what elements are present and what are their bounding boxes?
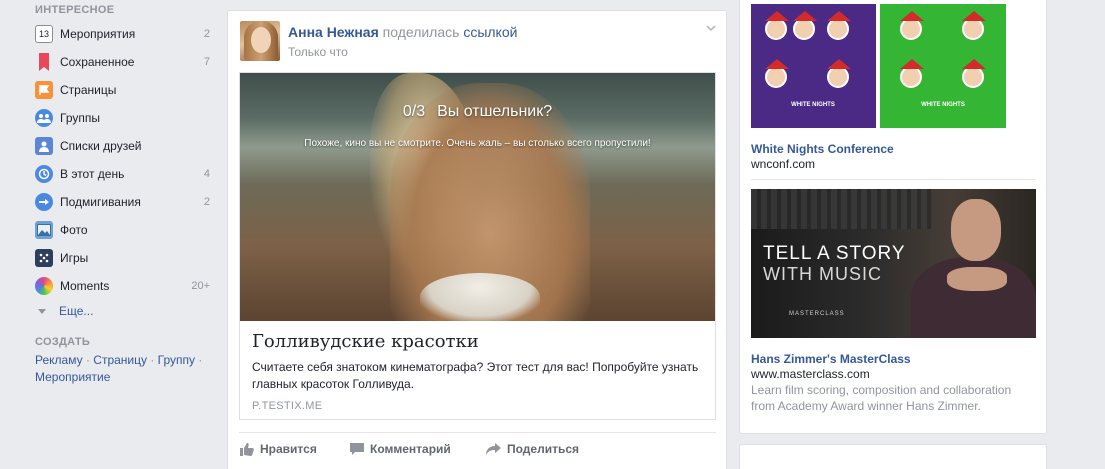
sidebar-item-label: Мероприятия bbox=[60, 27, 136, 41]
groups-icon bbox=[35, 109, 53, 127]
like-label: Нравится bbox=[260, 442, 317, 456]
quiz-score: 0/3 bbox=[402, 103, 426, 120]
ad-description: Learn film scoring, composition and coll… bbox=[751, 383, 1012, 413]
link-title[interactable]: Голливудские красотки bbox=[252, 331, 479, 352]
sidebar-more-link[interactable]: Еще... bbox=[38, 304, 93, 318]
on-this-day-icon bbox=[35, 165, 53, 183]
create-page-link[interactable]: Страницу bbox=[93, 353, 147, 367]
sidebar-item-pages[interactable]: Страницы bbox=[35, 78, 210, 102]
ad-title[interactable]: Hans Zimmer's MasterClass bbox=[751, 352, 911, 366]
post-timestamp[interactable]: Только что bbox=[288, 45, 348, 59]
author-name[interactable]: Анна Нежная bbox=[288, 24, 379, 40]
quiz-result-heading: 0/3 Вы отшельник? bbox=[240, 103, 715, 121]
sidebar-item-count: 7 bbox=[203, 56, 210, 68]
separator: · bbox=[195, 353, 203, 367]
create-event-link[interactable]: Мероприятие bbox=[35, 370, 110, 384]
divider bbox=[751, 179, 1036, 180]
comment-icon bbox=[350, 442, 364, 455]
create-ad-link[interactable]: Рекламу bbox=[35, 353, 83, 367]
create-group-link[interactable]: Группу bbox=[158, 353, 195, 367]
ad-url: www.masterclass.com bbox=[751, 367, 870, 381]
chevron-down-icon[interactable] bbox=[706, 23, 716, 33]
moments-icon bbox=[35, 277, 53, 295]
ad-image-masterclass[interactable]: TELL A STORY WITH MUSIC MASTERCLASS bbox=[751, 189, 1036, 338]
flag-icon bbox=[35, 81, 53, 99]
sidebar-item-label: Фото bbox=[60, 223, 88, 237]
comment-label: Комментарий bbox=[370, 442, 451, 456]
sidebar-item-photos[interactable]: Фото bbox=[35, 218, 210, 242]
sidebar-item-events[interactable]: 13 Мероприятия 2 bbox=[35, 22, 210, 46]
divider bbox=[239, 432, 716, 433]
separator: · bbox=[82, 353, 94, 367]
avatar[interactable] bbox=[240, 21, 280, 61]
link-preview-image: 0/3 Вы отшельник? Похоже, кино вы не смот… bbox=[240, 73, 715, 321]
white-nights-badge: WHITE NIGHTS bbox=[791, 102, 835, 108]
sidebar-item-moments[interactable]: Moments 20+ bbox=[35, 274, 210, 298]
sidebar-item-label: Группы bbox=[60, 111, 100, 125]
caret-down-icon bbox=[38, 308, 46, 314]
sidebar-item-saved[interactable]: Сохраненное 7 bbox=[35, 50, 210, 74]
calendar-icon: 13 bbox=[35, 25, 53, 43]
share-button[interactable]: Поделиться bbox=[486, 440, 579, 458]
friend-lists-icon bbox=[35, 137, 53, 155]
section-title-interesting: ИНТЕРЕСНОЕ bbox=[35, 4, 115, 16]
share-icon bbox=[486, 442, 501, 455]
sidebar-item-label: Подмигивания bbox=[60, 195, 141, 209]
sidebar-item-label: Игры bbox=[60, 251, 89, 265]
left-sidebar: ИНТЕРЕСНОЕ 13 Мероприятия 2 Сохраненное … bbox=[0, 0, 215, 469]
sidebar-item-count: 2 bbox=[203, 196, 210, 208]
comment-button[interactable]: Комментарий bbox=[350, 440, 451, 458]
link-domain: P.TESTIX.ME bbox=[252, 400, 323, 412]
ad-image-headline: TELL A STORY WITH MUSIC bbox=[763, 243, 906, 285]
games-icon bbox=[35, 249, 53, 267]
sidebar-item-label: В этот день bbox=[60, 167, 125, 181]
shared-object-link[interactable]: ссылкой bbox=[463, 24, 517, 40]
section-title-create: СОЗДАТЬ bbox=[35, 336, 91, 348]
ad-title[interactable]: White Nights Conference bbox=[751, 142, 894, 156]
link-preview-card[interactable]: 0/3 Вы отшельник? Похоже, кино вы не смот… bbox=[239, 72, 716, 420]
ads-next-card bbox=[739, 444, 1047, 469]
sidebar-item-label: Сохраненное bbox=[60, 55, 135, 69]
sponsored-ads-column: WHITE NIGHTS WHITE NIGHTS White Nights C… bbox=[739, 0, 1047, 434]
ad-image-white-nights[interactable]: WHITE NIGHTS WHITE NIGHTS bbox=[751, 4, 1006, 128]
link-description: Считаете себя знатоком кинематографа? Эт… bbox=[252, 360, 699, 391]
quiz-question: Вы отшельник? bbox=[437, 103, 553, 120]
like-button[interactable]: Нравится bbox=[240, 440, 317, 458]
feed-post: Анна Нежная поделилась ссылкой Только чт… bbox=[227, 10, 727, 469]
poke-icon bbox=[35, 193, 53, 211]
post-header: Анна Нежная поделилась ссылкой bbox=[288, 24, 517, 40]
white-nights-badge: WHITE NIGHTS bbox=[921, 102, 965, 108]
post-action-text: поделилась bbox=[382, 24, 460, 40]
separator: · bbox=[147, 353, 158, 367]
create-links: Рекламу · Страницу · Группу · Мероприяти… bbox=[35, 352, 215, 386]
sidebar-item-count: 20+ bbox=[191, 280, 210, 292]
sidebar-item-label: Moments bbox=[60, 279, 110, 293]
quiz-result-subtitle: Похоже, кино вы не смотрите. Очень жаль … bbox=[304, 138, 651, 149]
sidebar-item-groups[interactable]: Группы bbox=[35, 106, 210, 130]
bookmark-icon bbox=[35, 53, 53, 71]
sidebar-item-label: Списки друзей bbox=[60, 139, 142, 153]
thumbs-up-icon bbox=[240, 442, 254, 456]
sidebar-item-pokes[interactable]: Подмигивания 2 bbox=[35, 190, 210, 214]
ad-url: wnconf.com bbox=[751, 157, 816, 171]
sidebar-item-games[interactable]: Игры bbox=[35, 246, 210, 270]
sidebar-item-on-this-day[interactable]: В этот день 4 bbox=[35, 162, 210, 186]
share-label: Поделиться bbox=[507, 442, 580, 456]
sidebar-item-count: 2 bbox=[203, 28, 210, 40]
sidebar-item-friend-lists[interactable]: Списки друзей bbox=[35, 134, 210, 158]
photo-icon bbox=[35, 221, 53, 239]
sidebar-item-count: 4 bbox=[203, 168, 210, 180]
masterclass-logo: MASTERCLASS bbox=[789, 311, 845, 317]
more-label: Еще... bbox=[59, 304, 94, 318]
sidebar-item-label: Страницы bbox=[60, 83, 117, 97]
